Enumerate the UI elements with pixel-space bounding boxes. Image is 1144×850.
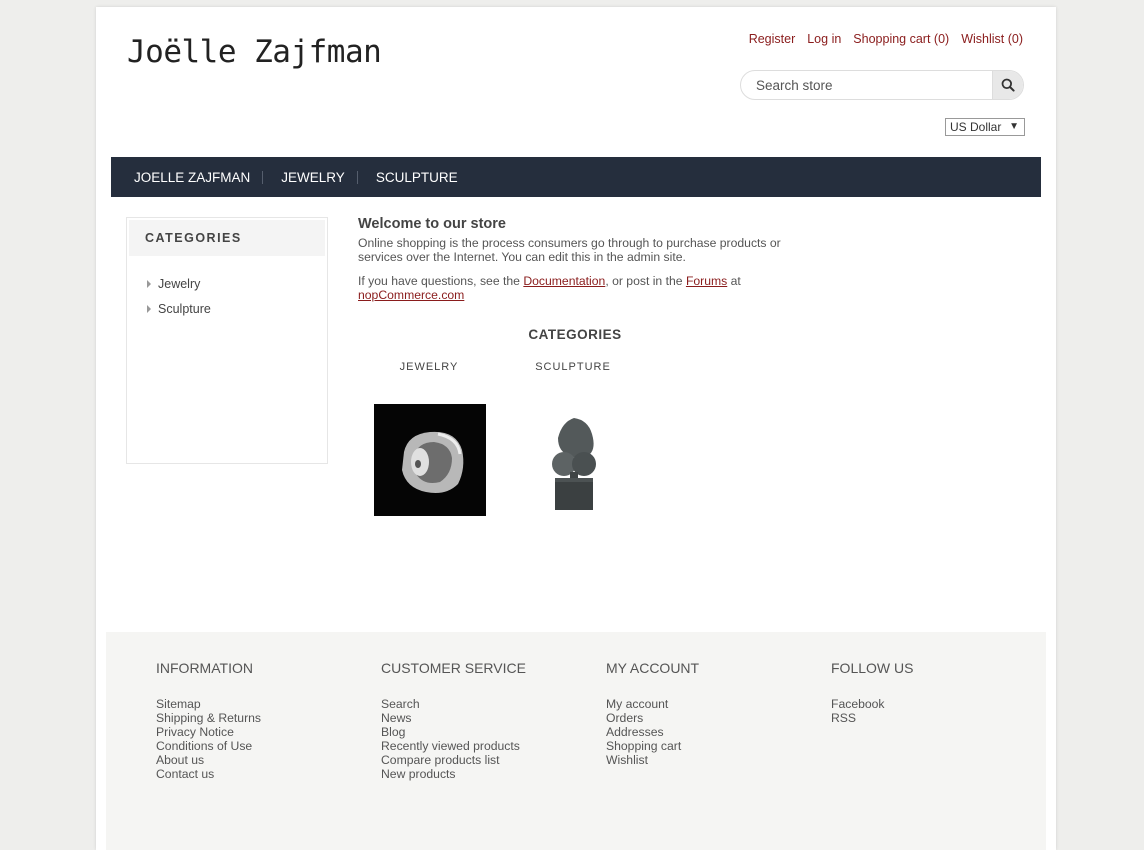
footer-link-privacy-notice[interactable]: Privacy Notice xyxy=(156,725,261,739)
footer: INFORMATION Sitemap Shipping & Returns P… xyxy=(106,632,1046,850)
footer-link-wishlist[interactable]: Wishlist xyxy=(606,753,699,767)
footer-link-conditions-of-use[interactable]: Conditions of Use xyxy=(156,739,261,753)
footer-link-shopping-cart[interactable]: Shopping cart xyxy=(606,739,699,753)
sidebar-item-jewelry[interactable]: Jewelry xyxy=(147,277,200,291)
search-input[interactable] xyxy=(741,71,992,99)
currency-value: US Dollar xyxy=(950,120,1002,134)
footer-column-information: INFORMATION Sitemap Shipping & Returns P… xyxy=(156,660,261,781)
welcome-text: Online shopping is the process consumers… xyxy=(358,236,781,264)
triangle-right-icon xyxy=(147,280,151,288)
nopcommerce-link[interactable]: nopCommerce.com xyxy=(358,288,464,302)
welcome-title: Welcome to our store xyxy=(358,216,506,232)
nav-divider xyxy=(356,170,358,184)
nav-divider xyxy=(262,170,264,184)
footer-link-my-account[interactable]: My account xyxy=(606,697,699,711)
sidebar-item-label: Jewelry xyxy=(158,277,201,291)
footer-link-search[interactable]: Search xyxy=(381,697,526,711)
footer-column-title: INFORMATION xyxy=(156,660,253,676)
footer-link-new-products[interactable]: New products xyxy=(381,767,526,781)
shopping-cart-link[interactable]: Shopping cart (0) xyxy=(853,32,949,46)
footer-column-title: FOLLOW US xyxy=(831,660,914,676)
jewelry-category-image[interactable] xyxy=(374,404,486,516)
currency-select[interactable]: US Dollar ▼ xyxy=(945,118,1025,136)
search-box xyxy=(740,70,1024,100)
footer-link-sitemap[interactable]: Sitemap xyxy=(156,697,261,711)
footer-link-compare-products[interactable]: Compare products list xyxy=(381,753,526,767)
footer-link-about-us[interactable]: About us xyxy=(156,753,261,767)
forums-link[interactable]: Forums xyxy=(686,274,727,288)
login-link[interactable]: Log in xyxy=(807,32,841,46)
footer-link-contact-us[interactable]: Contact us xyxy=(156,767,261,781)
top-menu: JOELLE ZAJFMAN JEWELRY SCULPTURE xyxy=(111,157,1041,197)
help-text-mid: , or post in the xyxy=(605,274,686,288)
documentation-link[interactable]: Documentation xyxy=(523,274,605,288)
page-container: Joëlle Zajfman Register Log in Shopping … xyxy=(96,7,1056,850)
footer-link-facebook[interactable]: Facebook xyxy=(831,697,913,711)
sidebar-title: CATEGORIES xyxy=(129,220,325,256)
help-text: If you have questions, see the Documenta… xyxy=(358,274,798,302)
nav-item-jewelry[interactable]: JEWELRY xyxy=(281,170,345,185)
header-links: Register Log in Shopping cart (0) Wishli… xyxy=(749,32,1023,46)
footer-link-recently-viewed[interactable]: Recently viewed products xyxy=(381,739,526,753)
help-text-prefix: If you have questions, see the xyxy=(358,274,524,288)
footer-link-news[interactable]: News xyxy=(381,711,526,725)
search-button[interactable] xyxy=(992,71,1023,99)
footer-link-shipping-returns[interactable]: Shipping & Returns xyxy=(156,711,261,725)
footer-column-title: CUSTOMER SERVICE xyxy=(381,660,526,676)
search-icon xyxy=(1001,78,1015,92)
register-link[interactable]: Register xyxy=(749,32,796,46)
dropdown-arrow-icon: ▼ xyxy=(1009,121,1019,132)
help-text-at: at xyxy=(727,274,741,288)
sidebar-item-label: Sculpture xyxy=(158,302,211,316)
footer-column-follow-us: FOLLOW US Facebook RSS xyxy=(831,660,913,725)
footer-column-title: MY ACCOUNT xyxy=(606,660,700,676)
store-logo[interactable]: Joëlle Zajfman xyxy=(127,34,382,70)
wishlist-link[interactable]: Wishlist (0) xyxy=(961,32,1023,46)
category-title-jewelry[interactable]: JEWELRY xyxy=(372,361,486,373)
footer-column-customer-service: CUSTOMER SERVICE Search News Blog Recent… xyxy=(381,660,526,781)
triangle-right-icon xyxy=(147,305,151,313)
footer-link-orders[interactable]: Orders xyxy=(606,711,699,725)
footer-link-blog[interactable]: Blog xyxy=(381,725,526,739)
nav-item-sculpture[interactable]: SCULPTURE xyxy=(376,170,458,185)
categories-heading: CATEGORIES xyxy=(528,327,622,342)
sidebar-categories: CATEGORIES Jewelry Sculpture xyxy=(126,217,328,464)
nav-item-joelle-zajfman[interactable]: JOELLE ZAJFMAN xyxy=(134,170,250,185)
sculpture-category-image[interactable] xyxy=(518,404,630,516)
footer-link-addresses[interactable]: Addresses xyxy=(606,725,699,739)
category-title-sculpture[interactable]: SCULPTURE xyxy=(516,361,630,373)
footer-column-my-account: MY ACCOUNT My account Orders Addresses S… xyxy=(606,660,699,767)
sidebar-item-sculpture[interactable]: Sculpture xyxy=(147,302,211,316)
footer-link-rss[interactable]: RSS xyxy=(831,711,913,725)
